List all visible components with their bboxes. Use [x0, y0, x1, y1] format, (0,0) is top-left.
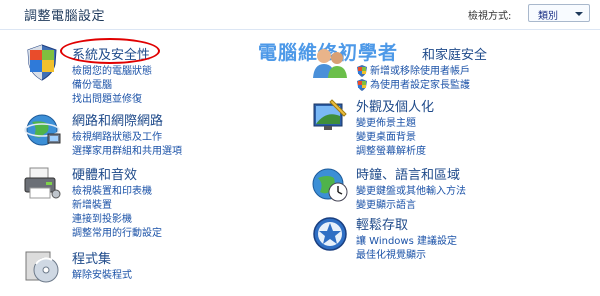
link-troubleshoot[interactable]: 找出問題並修復	[72, 90, 142, 105]
category-programs: 程式集 解除安裝程式	[22, 246, 242, 286]
shield-icon	[22, 42, 62, 82]
printer-icon	[22, 164, 62, 204]
category-title-appearance[interactable]: 外觀及個人化	[356, 96, 434, 115]
header-bar: 調整電腦設定 檢視方式: 類別	[0, 0, 600, 30]
link-backup[interactable]: 備份電腦	[72, 76, 112, 91]
link-add-device[interactable]: 新增裝置	[72, 196, 112, 211]
link-review-status[interactable]: 檢閱您的電腦狀態	[72, 62, 152, 77]
category-title-ease-of-access[interactable]: 輕鬆存取	[356, 214, 408, 233]
appearance-monitor-icon	[310, 96, 350, 136]
category-appearance: 外觀及個人化 變更佈景主題 變更桌面背景 調整螢幕解析度	[310, 96, 590, 157]
chevron-down-icon	[575, 12, 583, 16]
link-change-theme[interactable]: 變更佈景主題	[356, 114, 416, 129]
link-display-language[interactable]: 變更顯示語言	[356, 196, 416, 211]
category-ease-of-access: 輕鬆存取 讓 Windows 建議設定 最佳化視覺顯示	[310, 214, 590, 261]
category-clock-language-region: 時鐘、語言和區域 變更鍵盤或其他輸入方法 變更顯示語言	[310, 164, 590, 211]
network-globe-icon	[22, 110, 62, 150]
link-projector[interactable]: 連接到投影機	[72, 210, 132, 225]
category-title-programs[interactable]: 程式集	[72, 248, 111, 267]
ease-of-access-icon	[310, 214, 350, 254]
link-optimize-visual-display[interactable]: 最佳化視覺顯示	[356, 246, 426, 261]
link-screen-resolution[interactable]: 調整螢幕解析度	[356, 142, 426, 157]
view-by-value: 類別	[538, 11, 558, 22]
clock-globe-icon	[310, 164, 350, 204]
link-add-remove-accounts[interactable]: 新增或移除使用者帳戶	[370, 62, 470, 77]
link-network-status[interactable]: 檢視網路狀態及工作	[72, 128, 162, 143]
category-title-network[interactable]: 網路和網際網路	[72, 110, 163, 129]
shield-small-icon	[356, 62, 368, 77]
link-parental-controls[interactable]: 為使用者設定家長監護	[370, 76, 470, 91]
category-title-hardware[interactable]: 硬體和音效	[72, 164, 137, 183]
category-user-accounts: 和家庭安全 新增或移除使用者帳戶 為使用者設定家長監護	[310, 42, 590, 92]
link-devices-printers[interactable]: 檢視裝置和印表機	[72, 182, 152, 197]
link-desktop-background[interactable]: 變更桌面背景	[356, 128, 416, 143]
category-title-user-accounts[interactable]: 和家庭安全	[422, 44, 487, 63]
view-by-label: 檢視方式:	[468, 11, 512, 22]
category-network-internet: 網路和網際網路 檢視網路狀態及工作 選擇家用群組和共用選項	[22, 110, 242, 158]
category-hardware-sound: 硬體和音效 檢視裝置和印表機 新增裝置 連接到投影機 調整常用的行動設定	[22, 164, 242, 239]
category-title-clock-language[interactable]: 時鐘、語言和區域	[356, 164, 460, 183]
programs-disc-icon	[22, 246, 62, 286]
red-highlight-annotation	[60, 38, 160, 64]
link-keyboard-input[interactable]: 變更鍵盤或其他輸入方法	[356, 182, 466, 197]
page-title: 調整電腦設定	[24, 9, 106, 24]
users-icon	[310, 42, 350, 82]
link-mobility-settings[interactable]: 調整常用的行動設定	[72, 224, 162, 239]
link-uninstall-program[interactable]: 解除安裝程式	[72, 266, 132, 281]
shield-small-icon	[356, 76, 368, 91]
view-by-dropdown[interactable]: 類別	[528, 4, 590, 22]
link-windows-suggest-settings[interactable]: 讓 Windows 建議設定	[356, 232, 457, 247]
link-homegroup[interactable]: 選擇家用群組和共用選項	[72, 142, 182, 157]
